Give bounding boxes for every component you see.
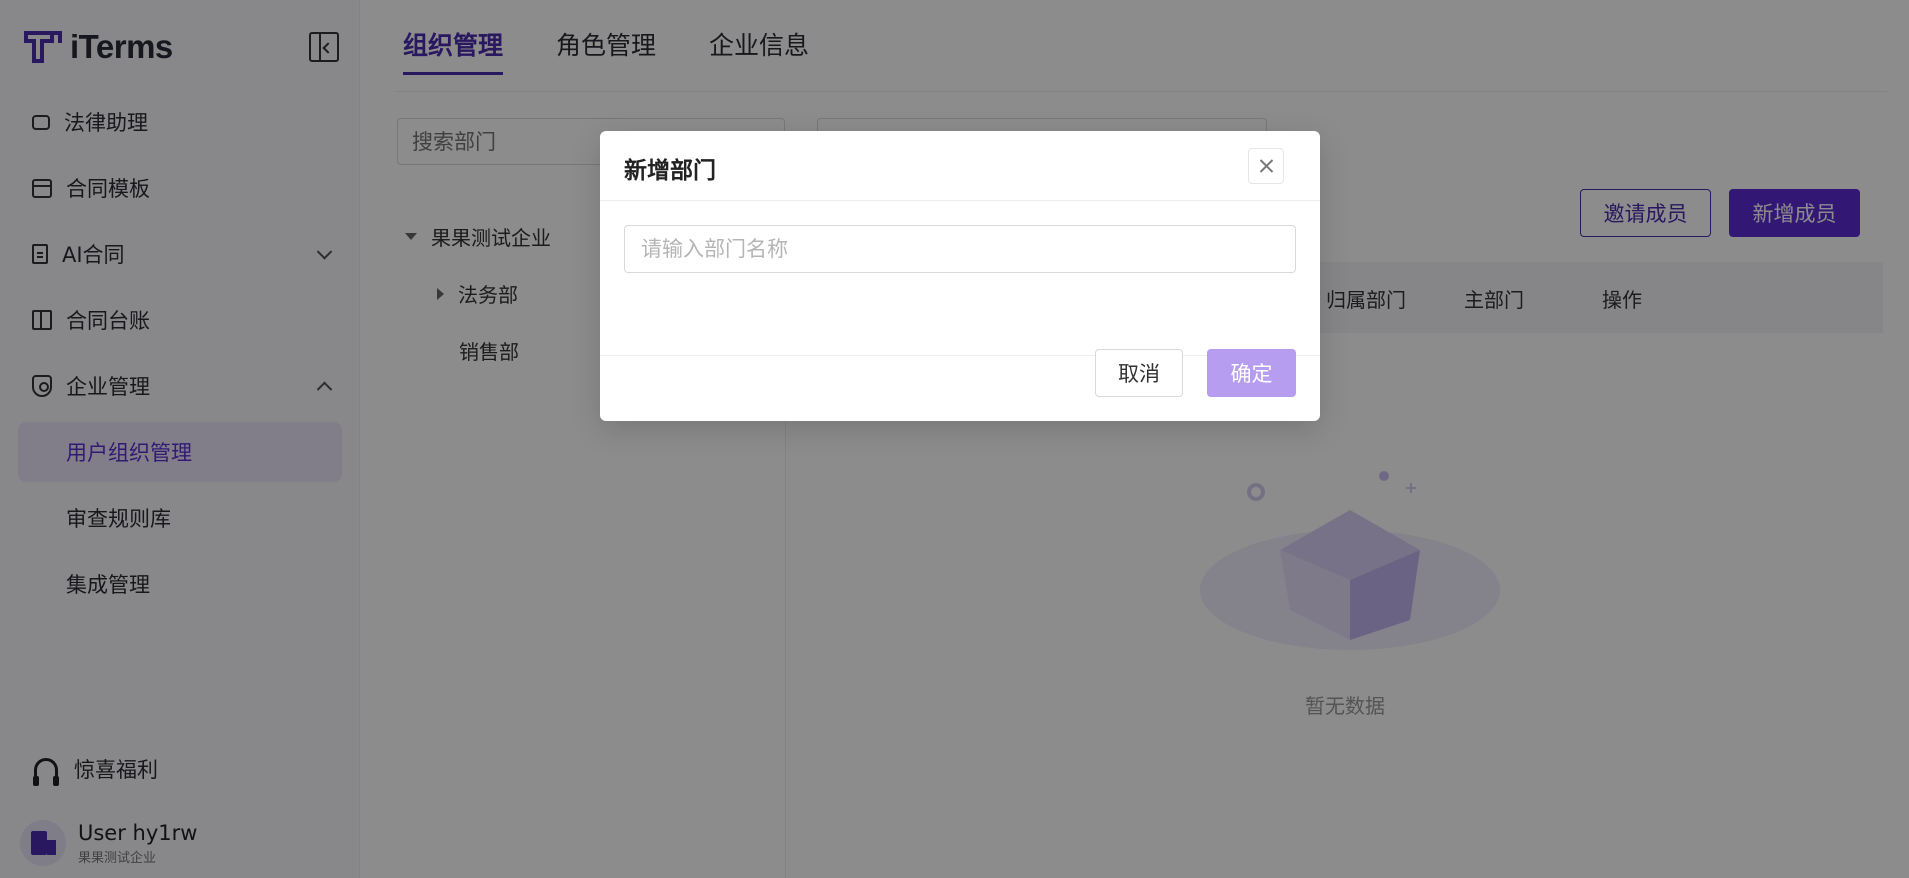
department-name-input[interactable] <box>624 225 1296 273</box>
confirm-button[interactable]: 确定 <box>1207 349 1296 397</box>
close-icon[interactable] <box>1248 148 1284 184</box>
add-department-modal: 新增部门 取消 确定 <box>600 131 1320 421</box>
modal-title: 新增部门 <box>624 158 716 184</box>
cancel-button[interactable]: 取消 <box>1095 349 1183 397</box>
